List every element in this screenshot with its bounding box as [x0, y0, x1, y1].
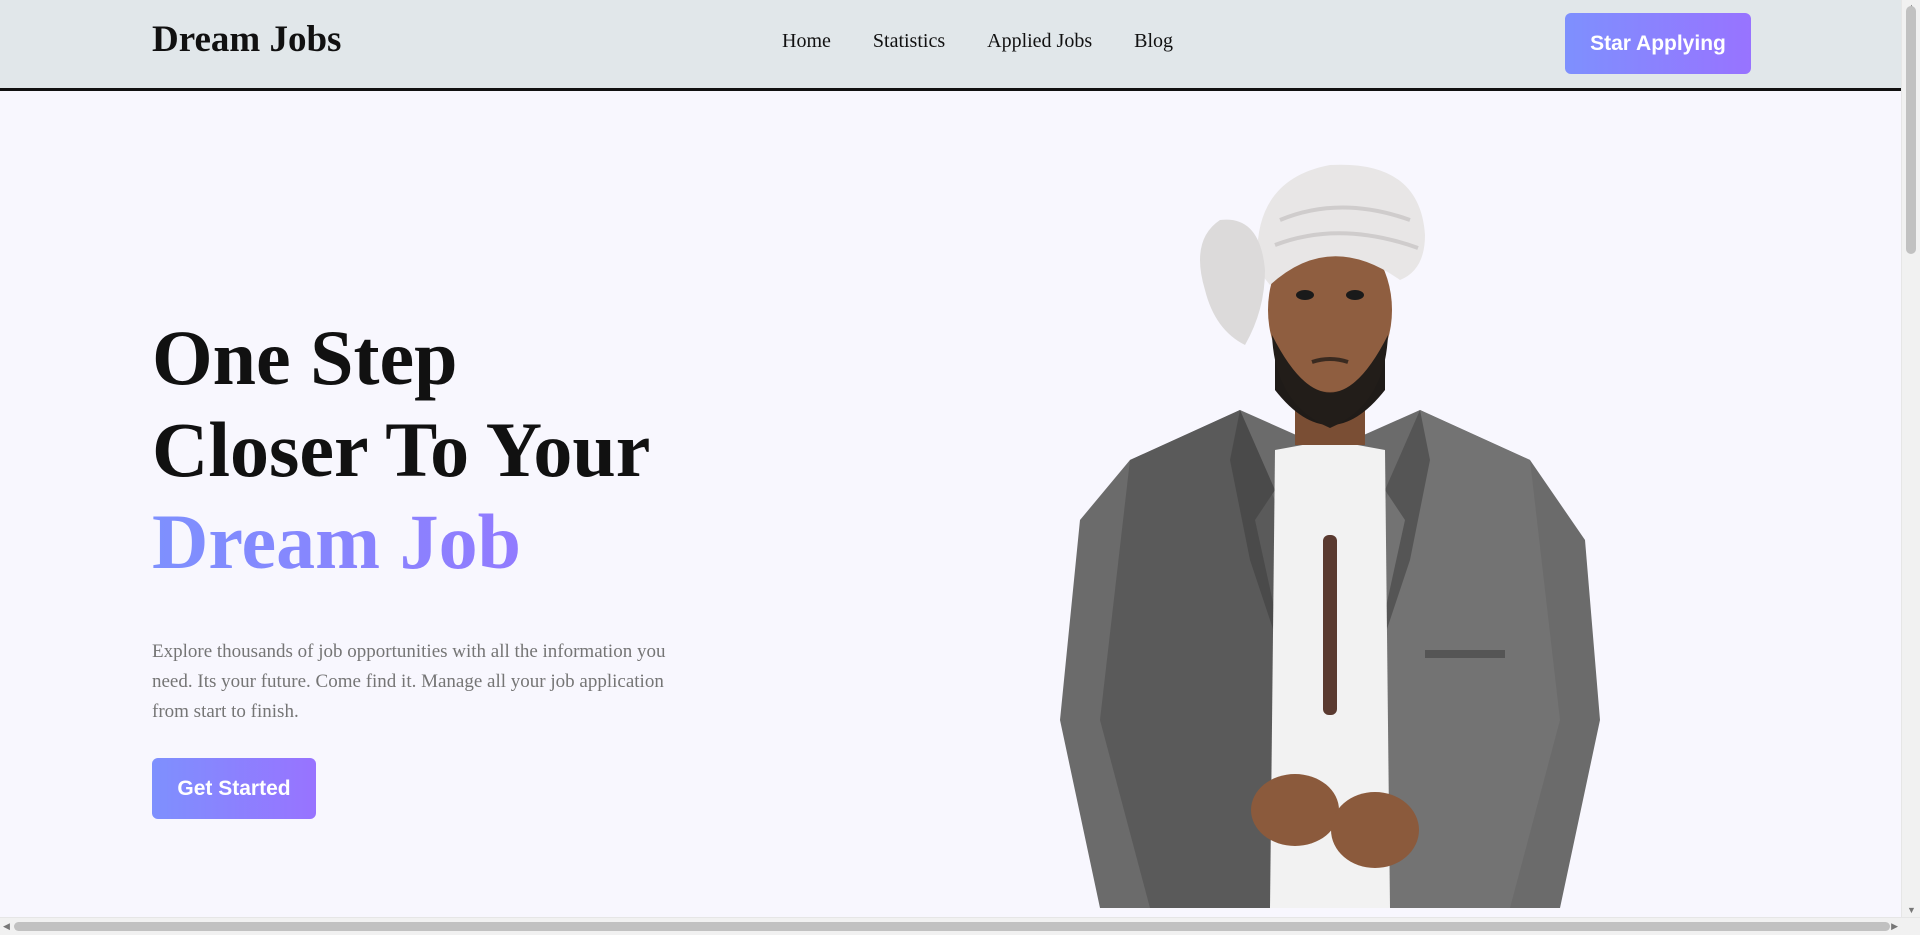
- vertical-scrollbar-thumb[interactable]: [1906, 6, 1916, 254]
- horizontal-scrollbar-thumb[interactable]: [14, 922, 1890, 931]
- site-logo[interactable]: Dream Jobs: [152, 18, 341, 61]
- scroll-left-icon[interactable]: ◀: [3, 921, 10, 932]
- hero-description: Explore thousands of job opportunities w…: [152, 641, 666, 722]
- scroll-right-icon[interactable]: ▶: [1891, 921, 1898, 932]
- navbar: Dream Jobs Home Statistics Applied Jobs …: [0, 0, 1902, 91]
- hero-title-accent: Dream Job: [152, 496, 650, 588]
- nav-link-home[interactable]: Home: [782, 30, 831, 53]
- hero-person-image: [1060, 164, 1600, 908]
- get-started-button[interactable]: Get Started: [152, 758, 316, 819]
- horizontal-scrollbar[interactable]: ◀ ▶: [0, 917, 1920, 935]
- vertical-scrollbar[interactable]: ▲ ▼: [1901, 0, 1920, 935]
- nav-link-applied-jobs[interactable]: Applied Jobs: [987, 30, 1092, 53]
- hero-title-line-1: One Step: [152, 314, 458, 401]
- nav-link-statistics[interactable]: Statistics: [873, 30, 945, 53]
- hero-title: One Step Closer To Your Dream Job: [152, 312, 650, 588]
- star-applying-button[interactable]: Star Applying: [1565, 13, 1751, 74]
- nav-link-blog[interactable]: Blog: [1134, 30, 1173, 53]
- nav-links: Home Statistics Applied Jobs Blog: [782, 30, 1173, 53]
- hero-title-line-2: Closer To Your: [152, 406, 651, 493]
- scroll-down-icon[interactable]: ▼: [1907, 905, 1916, 915]
